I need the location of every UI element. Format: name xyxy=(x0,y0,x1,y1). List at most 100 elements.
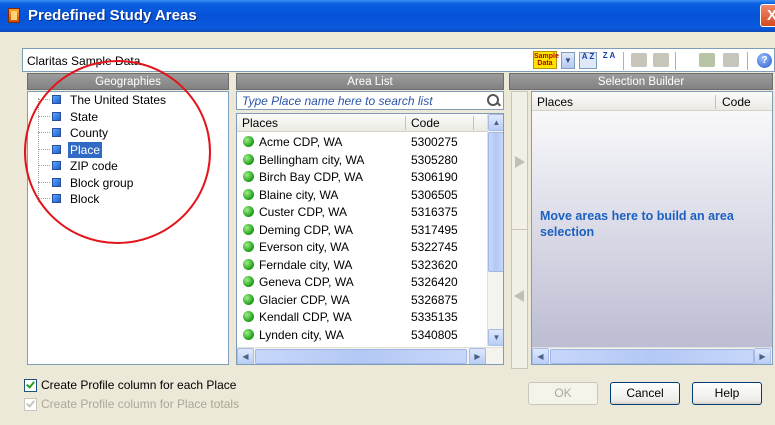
scrollbar-thumb[interactable] xyxy=(255,349,467,364)
scroll-right-button[interactable]: ▶ xyxy=(469,348,486,364)
sort-descending-icon[interactable]: Z A xyxy=(601,52,617,69)
column-header-code[interactable]: Code xyxy=(722,95,751,109)
place-code: 5322745 xyxy=(411,240,458,254)
search-input[interactable]: Type Place name here to search list xyxy=(236,91,504,110)
area-list-horizontal-scrollbar[interactable]: ◀ ▶ xyxy=(237,347,503,364)
chevron-down-icon[interactable]: ▼ xyxy=(561,52,575,69)
scroll-up-button[interactable]: ▲ xyxy=(488,114,503,131)
area-list-row[interactable]: Birch Bay CDP, WA 5306190 xyxy=(237,168,487,186)
area-list: Places Code Acme CDP, WA 5300275 Bellingha… xyxy=(236,113,504,365)
app-icon xyxy=(8,8,20,23)
toolbar-separator xyxy=(747,52,748,70)
area-list-row[interactable]: Ferndale city, WA 5323620 xyxy=(237,256,487,274)
profile-totals-checkbox[interactable] xyxy=(24,398,37,411)
selection-header-row: Places Code xyxy=(532,92,772,111)
area-list-row[interactable]: Kendall CDP, WA 5335135 xyxy=(237,308,487,326)
close-button[interactable]: X xyxy=(760,4,775,27)
toolbar-separator xyxy=(623,52,624,70)
green-dot-icon xyxy=(243,136,254,147)
green-dot-icon xyxy=(243,206,254,217)
scroll-left-button[interactable]: ◀ xyxy=(237,348,254,364)
toolbar-separator xyxy=(675,52,676,70)
place-code: 5306190 xyxy=(411,170,458,184)
place-code: 5326875 xyxy=(411,292,458,307)
place-name: Acme CDP, WA xyxy=(259,135,343,149)
profile-each-label: Create Profile column for each Place xyxy=(41,378,237,392)
area-list-row[interactable]: Glacier CDP, WA 5326875 xyxy=(237,291,487,309)
green-dot-icon xyxy=(243,328,254,340)
column-separator xyxy=(715,95,716,109)
place-name: Blaine city, WA xyxy=(259,187,339,202)
place-name: Everson city, WA xyxy=(259,240,350,254)
place-name: Bellingham city, WA xyxy=(259,152,365,167)
dialog-window: Predefined Study Areas X Claritas Sample… xyxy=(0,0,775,425)
green-dot-icon xyxy=(243,188,254,200)
area-list-row[interactable]: Bellingham city, WA 5305280 xyxy=(237,151,487,169)
place-code: 5326420 xyxy=(411,275,458,289)
area-list-row[interactable]: Lynden city, WA 5340805 xyxy=(237,326,487,344)
place-name: Birch Bay CDP, WA xyxy=(259,170,364,184)
arrow-left-icon xyxy=(514,290,524,302)
profile-each-checkbox[interactable] xyxy=(24,379,37,392)
green-dot-icon xyxy=(243,293,254,305)
checkmark-icon xyxy=(26,379,35,389)
selection-horizontal-scrollbar[interactable]: ◀ ▶ xyxy=(532,347,772,364)
place-code: 5306505 xyxy=(411,187,458,202)
scroll-down-button[interactable]: ▼ xyxy=(488,329,503,346)
save-icon[interactable] xyxy=(723,53,739,67)
ok-button[interactable]: OK xyxy=(528,382,598,405)
area-list-row[interactable]: Deming CDP, WA 5317495 xyxy=(237,221,487,239)
window-title: Predefined Study Areas xyxy=(28,7,197,24)
area-list-header: Area List xyxy=(236,73,504,90)
selection-builder-list[interactable]: Places Code Move areas here to build an … xyxy=(531,91,773,365)
place-name: Lynden city, WA xyxy=(259,327,344,342)
area-list-row[interactable]: Acme CDP, WA 5300275 xyxy=(237,133,487,151)
place-name: Glacier CDP, WA xyxy=(259,292,350,307)
column-header-places[interactable]: Places xyxy=(242,116,278,130)
place-name: Ferndale city, WA xyxy=(259,257,353,272)
search-placeholder: Type Place name here to search list xyxy=(242,94,433,108)
move-buttons xyxy=(509,91,530,369)
column-header-places[interactable]: Places xyxy=(537,95,573,109)
scrollbar-thumb[interactable] xyxy=(488,132,503,272)
list-header-row: Places Code xyxy=(237,114,487,132)
place-name: Custer CDP, WA xyxy=(259,205,348,219)
green-dot-icon xyxy=(243,171,254,182)
selection-drop-area[interactable]: Move areas here to build an area selecti… xyxy=(532,111,772,347)
green-dot-icon xyxy=(243,311,254,322)
green-dot-icon xyxy=(243,223,254,235)
green-dot-icon xyxy=(243,241,254,252)
highlight-circle-annotation xyxy=(24,60,211,244)
place-code: 5317495 xyxy=(411,222,458,237)
empty-selection-message: Move areas here to build an area selecti… xyxy=(540,209,734,239)
map-icon[interactable] xyxy=(699,53,715,67)
sort-ascending-icon[interactable]: A Z xyxy=(579,52,597,69)
area-list-row[interactable]: Geneva CDP, WA 5326420 xyxy=(237,273,487,291)
sample-data-icon[interactable]: Sample Data xyxy=(533,51,559,69)
filter-icon[interactable] xyxy=(631,53,647,67)
move-left-button[interactable] xyxy=(511,229,528,369)
place-name: Kendall CDP, WA xyxy=(259,310,352,324)
place-code: 5316375 xyxy=(411,205,458,219)
scroll-right-button[interactable]: ▶ xyxy=(754,348,771,364)
place-code: 5300275 xyxy=(411,135,458,149)
area-list-row[interactable]: Blaine city, WA 5306505 xyxy=(237,186,487,204)
checkmark-icon xyxy=(26,398,35,408)
green-dot-icon xyxy=(243,153,254,165)
profile-totals-label: Create Profile column for Place totals xyxy=(41,397,240,411)
search-icon[interactable] xyxy=(487,94,499,108)
column-separator xyxy=(405,116,406,130)
scroll-left-button[interactable]: ◀ xyxy=(532,348,549,364)
area-list-row[interactable]: Everson city, WA 5322745 xyxy=(237,238,487,256)
help-button[interactable]: Help xyxy=(692,382,762,405)
help-icon[interactable]: ? xyxy=(757,53,772,68)
area-list-vertical-scrollbar[interactable]: ▲ ▼ xyxy=(487,114,503,346)
arrow-right-icon xyxy=(515,156,525,168)
area-list-row[interactable]: Custer CDP, WA 5316375 xyxy=(237,203,487,221)
scrollbar-thumb[interactable] xyxy=(550,349,754,364)
cancel-button[interactable]: Cancel xyxy=(610,382,680,405)
move-right-button[interactable] xyxy=(511,91,528,231)
title-bar[interactable]: Predefined Study Areas X xyxy=(0,0,775,32)
column-header-code[interactable]: Code xyxy=(411,116,440,130)
options-icon[interactable] xyxy=(653,53,669,67)
